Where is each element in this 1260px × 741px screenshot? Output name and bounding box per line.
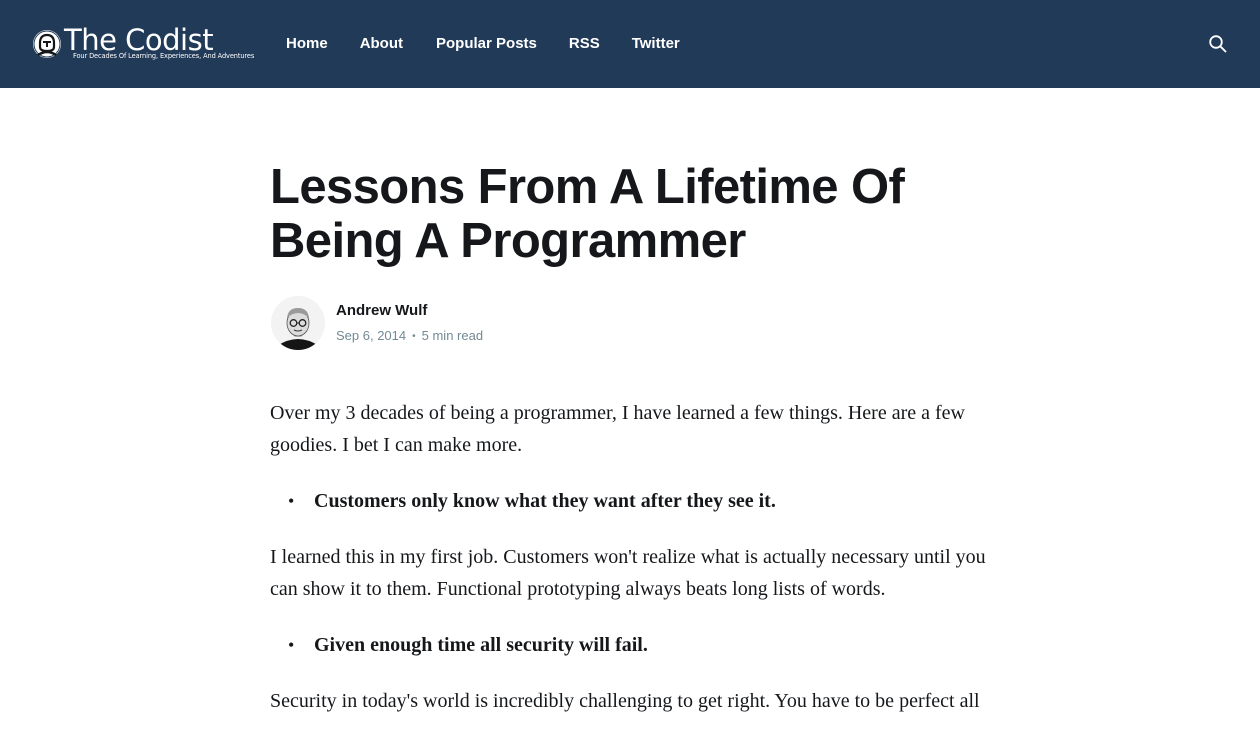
byline: Andrew Wulf Sep 6, 2014 • 5 min read	[271, 296, 671, 350]
bullet-icon: •	[288, 635, 295, 655]
author-avatar[interactable]	[271, 296, 325, 350]
list-item-text: Customers only know what they want after…	[314, 490, 776, 512]
search-button[interactable]	[1207, 33, 1229, 55]
nav-popular-posts[interactable]: Popular Posts	[436, 33, 537, 55]
list-item: • Customers only know what they want afte…	[270, 485, 995, 517]
logo-tagline: Four Decades Of Learning, Experiences, A…	[73, 52, 255, 60]
article-content: Over my 3 decades of being a programmer,…	[270, 397, 995, 741]
article-header: Lessons From A Lifetime Of Being A Progr…	[270, 160, 990, 268]
post-meta: Sep 6, 2014 • 5 min read	[336, 328, 483, 343]
article-title: Lessons From A Lifetime Of Being A Progr…	[270, 160, 905, 268]
nav-about[interactable]: About	[360, 33, 403, 55]
meta-separator: •	[412, 331, 416, 342]
author-name[interactable]: Andrew Wulf	[336, 302, 427, 319]
reading-time: 5 min read	[421, 328, 484, 343]
paragraph: Over my 3 decades of being a programmer,…	[270, 402, 965, 456]
face-badge-icon	[33, 30, 61, 58]
bullet-icon: •	[288, 491, 295, 511]
nav-home[interactable]: Home	[286, 33, 328, 55]
site-logo[interactable]: The Codist Four Decades Of Learning, Exp…	[33, 23, 254, 62]
lesson-list: • Customers only know what they want afte…	[270, 485, 995, 517]
nav-twitter[interactable]: Twitter	[632, 33, 680, 55]
lesson-list: • Given enough time all security will fai…	[270, 629, 995, 661]
post-date: Sep 6, 2014	[336, 328, 407, 343]
list-item: • Given enough time all security will fai…	[270, 629, 995, 661]
nav-rss[interactable]: RSS	[569, 33, 600, 55]
list-item-text: Given enough time all security will fail…	[314, 634, 648, 656]
main-nav: Home About Popular Posts RSS Twitter	[286, 33, 680, 55]
paragraph: Security in today's world is incredibly …	[270, 690, 980, 712]
search-icon	[1209, 35, 1227, 53]
paragraph: I learned this in my first job. Customer…	[270, 546, 986, 600]
site-header: The Codist Four Decades Of Learning, Exp…	[0, 0, 1260, 88]
